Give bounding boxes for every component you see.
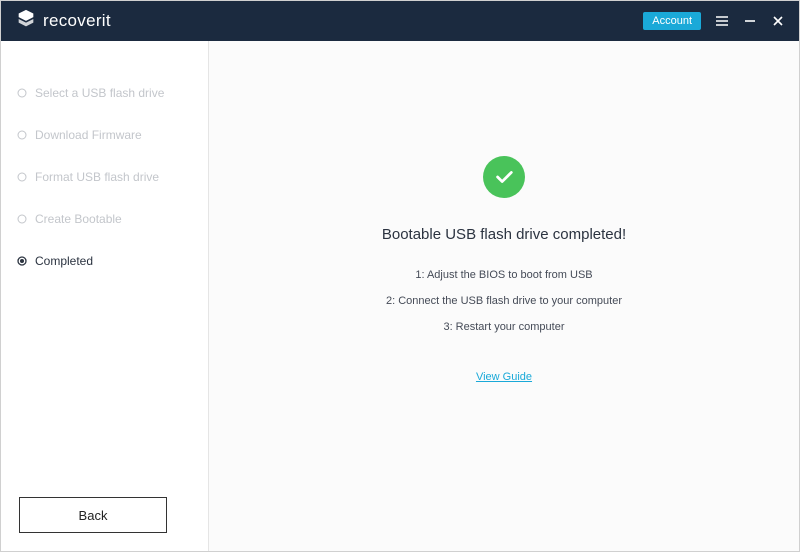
sidebar: Select a USB flash drive Download Firmwa… (1, 41, 209, 551)
minimize-icon[interactable] (743, 14, 757, 28)
radio-icon (17, 88, 27, 98)
step-label: Completed (35, 254, 93, 268)
content-area: Select a USB flash drive Download Firmwa… (1, 41, 799, 551)
step-label: Select a USB flash drive (35, 86, 164, 100)
step-label: Format USB flash drive (35, 170, 159, 184)
view-guide-link[interactable]: View Guide (476, 371, 532, 383)
radio-icon (17, 214, 27, 224)
close-icon[interactable] (771, 14, 785, 28)
radio-icon (17, 130, 27, 140)
instruction-item: 1: Adjust the BIOS to boot from USB (415, 269, 592, 281)
account-button[interactable]: Account (643, 12, 701, 30)
back-button[interactable]: Back (19, 497, 167, 533)
completion-headline: Bootable USB flash drive completed! (382, 226, 626, 243)
brand: recoverit (15, 8, 111, 35)
instruction-item: 2: Connect the USB flash drive to your c… (386, 295, 622, 307)
success-check-icon (483, 156, 525, 198)
step-label: Create Bootable (35, 212, 122, 226)
step-completed: Completed (17, 254, 208, 268)
radio-icon (17, 172, 27, 182)
title-bar-controls: Account (643, 12, 785, 30)
step-create-bootable: Create Bootable (17, 212, 208, 226)
brand-logo-icon (15, 8, 37, 35)
instruction-list: 1: Adjust the BIOS to boot from USB 2: C… (386, 269, 622, 333)
main-panel: Bootable USB flash drive completed! 1: A… (209, 41, 799, 551)
step-download-firmware: Download Firmware (17, 128, 208, 142)
brand-name: recoverit (43, 11, 111, 31)
instruction-item: 3: Restart your computer (443, 321, 564, 333)
title-bar: recoverit Account (1, 1, 799, 41)
radio-icon (17, 256, 27, 266)
menu-icon[interactable] (715, 14, 729, 28)
step-select-usb: Select a USB flash drive (17, 86, 208, 100)
step-label: Download Firmware (35, 128, 142, 142)
step-list: Select a USB flash drive Download Firmwa… (1, 86, 208, 268)
step-format-usb: Format USB flash drive (17, 170, 208, 184)
